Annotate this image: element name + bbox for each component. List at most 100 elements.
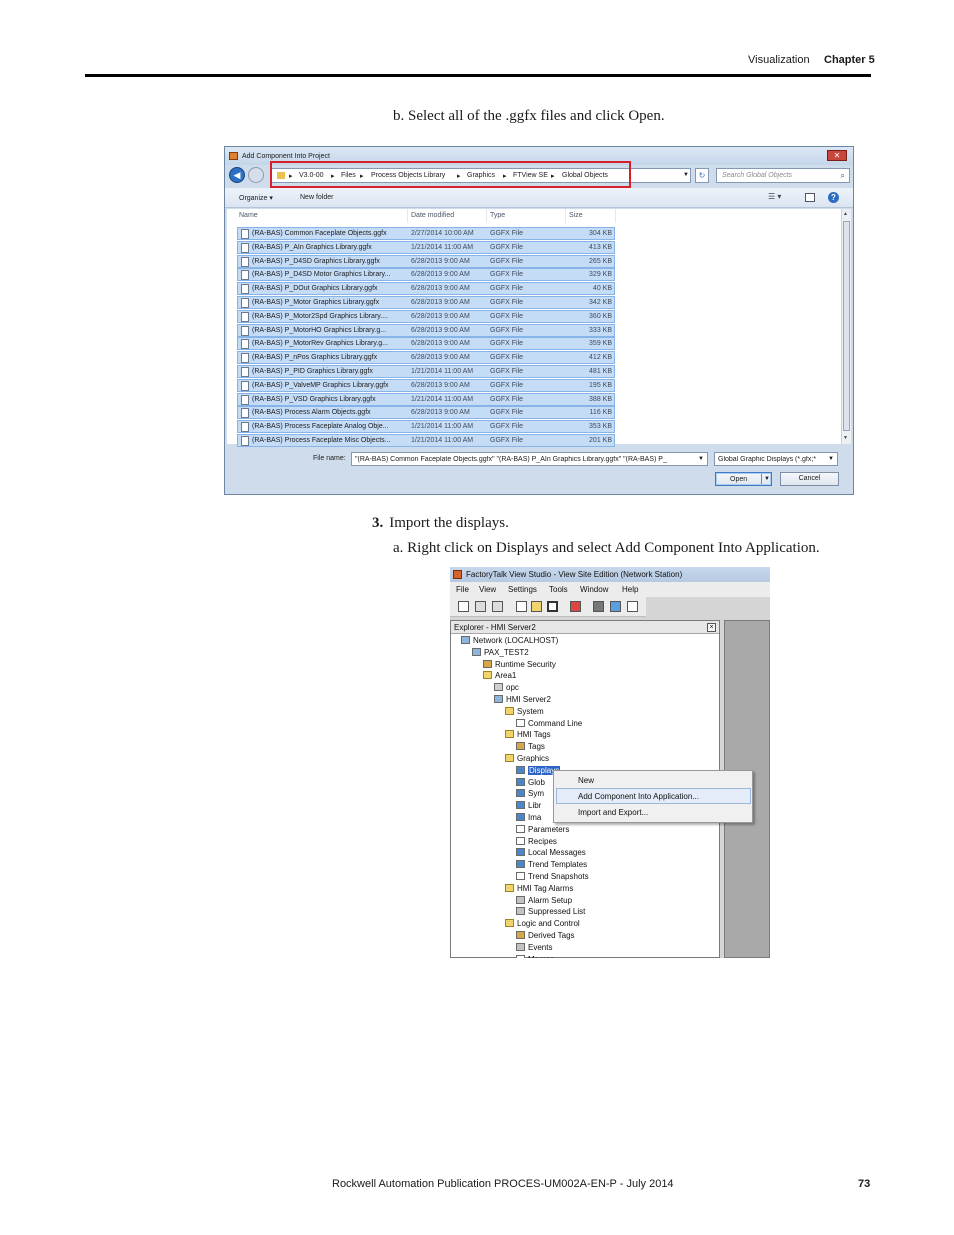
file-type-select[interactable]: Global Graphic Displays (*.gfx;* ▼ <box>714 452 838 466</box>
file-row[interactable]: (RA-BAS) P_VSD Graphics Library.ggfx 1/21… <box>237 392 615 406</box>
explorer-icon[interactable] <box>547 601 558 612</box>
tree-item-label: Area1 <box>495 671 517 681</box>
file-row[interactable]: (RA-BAS) P_PID Graphics Library.ggfx 1/21… <box>237 365 615 378</box>
tree-item[interactable]: Glob <box>516 777 545 787</box>
tree-item[interactable]: System <box>505 706 544 716</box>
open-button[interactable]: Open ▼ <box>715 472 772 486</box>
file-row[interactable]: (RA-BAS) P_D4SD Graphics Library.ggfx 6/2… <box>237 254 615 268</box>
file-row[interactable]: (RA-BAS) Process Faceplate Analog Obje..… <box>237 420 615 434</box>
column-header-date[interactable]: Date modified <box>411 212 454 219</box>
tree-item-label: Ima <box>528 813 542 822</box>
file-row[interactable]: (RA-BAS) P_DOut Graphics Library.ggfx 6/2… <box>237 282 615 296</box>
tree-item[interactable]: Logic and Control <box>505 919 580 928</box>
file-row[interactable]: (RA-BAS) P_D4SD Motor Graphics Library..… <box>237 268 615 282</box>
tree-item[interactable]: Ima <box>516 813 541 822</box>
context-item-add-component[interactable]: Add Component Into Application... <box>578 792 699 801</box>
open-icon[interactable] <box>531 601 542 612</box>
vertical-scrollbar[interactable]: ▲ ▼ <box>841 209 851 444</box>
file-size: 304 KB <box>589 230 612 237</box>
scrollbar-thumb[interactable] <box>843 221 850 431</box>
new-folder-button[interactable]: New folder <box>300 194 333 201</box>
menu-settings[interactable]: Settings <box>508 585 537 594</box>
save-icon[interactable] <box>475 601 486 612</box>
file-row[interactable]: (RA-BAS) P_Motor2Spd Graphics Library...… <box>237 309 615 323</box>
tree-item[interactable]: PAX_TEST2 <box>472 647 529 657</box>
close-icon[interactable]: × <box>707 623 716 632</box>
menu-help[interactable]: Help <box>622 585 638 594</box>
forward-button[interactable] <box>248 167 264 183</box>
column-header-name[interactable]: Name <box>239 212 258 219</box>
tree-item[interactable]: Area1 <box>483 671 516 680</box>
tree-item[interactable]: Graphics <box>505 754 549 763</box>
file-row[interactable]: (RA-BAS) P_nPos Graphics Library.ggfx 6/2… <box>237 351 615 365</box>
binoculars-icon[interactable] <box>593 601 604 612</box>
tree-item[interactable]: Suppressed List <box>516 907 585 916</box>
chevron-down-icon[interactable]: ▼ <box>764 476 770 482</box>
file-row[interactable]: (RA-BAS) P_Motor Graphics Library.ggfx 6/… <box>237 296 615 309</box>
tree-item[interactable]: Sym <box>516 789 544 798</box>
cancel-button[interactable]: Cancel <box>780 472 839 486</box>
preview-pane-icon[interactable] <box>805 193 815 202</box>
file-name: (RA-BAS) P_ValveMP Graphics Library.ggfx <box>252 381 389 389</box>
tree-item[interactable]: Events <box>516 942 552 952</box>
file-row[interactable]: (RA-BAS) Common Faceplate Objects.ggfx 2/… <box>237 227 615 240</box>
menu-window[interactable]: Window <box>580 585 608 594</box>
help-icon[interactable]: ? <box>828 192 839 203</box>
tree-item[interactable]: Network (LOCALHOST) <box>461 636 558 645</box>
chevron-down-icon[interactable]: ▼ <box>828 456 834 462</box>
settings-icon[interactable] <box>627 601 638 612</box>
tree-item-label: Runtime Security <box>495 659 556 669</box>
column-header-size[interactable]: Size <box>569 212 583 219</box>
tree-item[interactable]: Trend Templates <box>516 860 587 869</box>
close-button[interactable]: ✕ <box>827 150 847 161</box>
file-date: 6/28/2013 9:00 AM <box>411 340 470 348</box>
context-item-new[interactable]: New <box>578 776 594 785</box>
address-dropdown-icon[interactable]: ▼ <box>683 172 689 178</box>
file-row[interactable]: (RA-BAS) Process Alarm Objects.ggfx 6/28/… <box>237 406 615 420</box>
context-item-import-export[interactable]: Import and Export... <box>578 808 648 817</box>
tree-item[interactable]: Parameters <box>516 824 569 834</box>
stop-icon[interactable] <box>570 601 581 612</box>
properties-icon[interactable] <box>458 601 469 612</box>
tree-item[interactable]: Macros <box>516 954 554 958</box>
tree-item-label: Trend Snapshots <box>528 872 589 881</box>
file-row[interactable]: (RA-BAS) P_MotorHO Graphics Library.g...… <box>237 323 615 337</box>
tree-item[interactable]: HMI Tag Alarms <box>505 883 573 893</box>
file-row[interactable]: (RA-BAS) P_ValveMP Graphics Library.ggfx… <box>237 378 615 392</box>
file-name: (RA-BAS) P_D4SD Graphics Library.ggfx <box>252 257 380 265</box>
tree-item[interactable]: Local Messages <box>516 848 586 857</box>
tree-item[interactable]: HMI Tags <box>505 730 551 739</box>
tree-item[interactable]: Tags <box>516 742 545 751</box>
file-name: (RA-BAS) P_Motor2Spd Graphics Library...… <box>252 312 389 320</box>
refresh-button[interactable]: ↻ <box>695 168 709 183</box>
column-header-type[interactable]: Type <box>490 212 505 219</box>
tree-item[interactable]: HMI Server2 <box>494 695 551 704</box>
view-options-icon[interactable]: ☰ ▾ <box>768 192 781 201</box>
file-row[interactable]: (RA-BAS) P_AIn Graphics Library.ggfx 1/21… <box>237 240 615 254</box>
tree-item[interactable]: Recipes <box>516 836 557 846</box>
new-icon[interactable] <box>516 601 527 612</box>
tree-item[interactable]: Derived Tags <box>516 931 575 940</box>
search-input[interactable]: Search Global Objects ⌕ <box>716 168 850 183</box>
menu-file[interactable]: File <box>456 585 469 594</box>
menu-view[interactable]: View <box>479 585 496 594</box>
chevron-down-icon[interactable]: ▼ <box>698 456 704 462</box>
tree-item[interactable]: Trend Snapshots <box>516 872 589 881</box>
file-name-input[interactable]: "(RA-BAS) Common Faceplate Objects.ggfx"… <box>351 452 708 466</box>
back-button[interactable]: ◀ <box>229 167 245 183</box>
tree-item[interactable]: opc <box>494 683 519 692</box>
diagnostics-icon[interactable] <box>610 601 621 612</box>
menu-tools[interactable]: Tools <box>549 585 568 594</box>
file-row[interactable]: (RA-BAS) P_MotorRev Graphics Library.g..… <box>237 337 615 351</box>
tree-item-label: Sym <box>528 789 544 799</box>
tree-item[interactable]: Command Line <box>516 718 582 728</box>
tree-item[interactable]: Runtime Security <box>483 659 556 669</box>
file-row[interactable]: (RA-BAS) Process Faceplate Misc Objects.… <box>237 434 615 447</box>
scroll-up-icon[interactable]: ▲ <box>843 211 848 217</box>
tree-item-label: Glob <box>528 777 545 787</box>
scroll-down-icon[interactable]: ▼ <box>843 435 848 441</box>
tree-item[interactable]: Libr <box>516 801 541 810</box>
tree-item[interactable]: Alarm Setup <box>516 895 572 905</box>
print-icon[interactable] <box>492 601 503 612</box>
organize-button[interactable]: Organize ▾ <box>239 194 273 202</box>
